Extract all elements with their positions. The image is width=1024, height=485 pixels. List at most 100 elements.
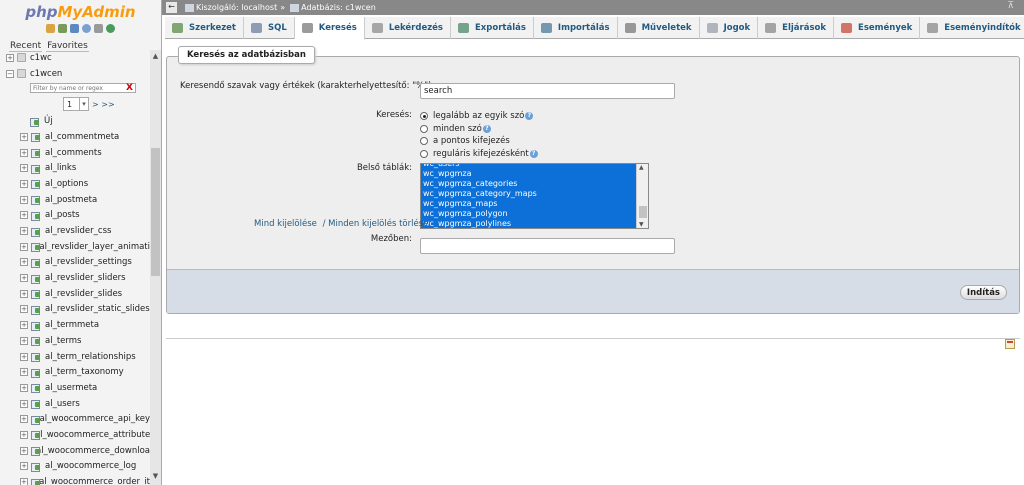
table-option[interactable]: wc_wpgmza_polylines bbox=[421, 219, 648, 228]
table-name[interactable]: al_comments bbox=[45, 148, 102, 158]
expand-icon[interactable]: + bbox=[20, 211, 28, 220]
table-item[interactable]: + al_woocommerce_attribute bbox=[0, 427, 150, 443]
table-item[interactable]: + al_revslider_sliders bbox=[0, 270, 150, 286]
table-name[interactable]: al_revslider_sliders bbox=[45, 273, 126, 283]
expand-icon[interactable]: + bbox=[20, 321, 28, 330]
logo[interactable]: phpMyAdmin bbox=[0, 0, 161, 38]
settings-icon[interactable] bbox=[94, 24, 103, 33]
table-item[interactable]: + al_term_taxonomy bbox=[0, 364, 150, 380]
expand-icon[interactable]: + bbox=[20, 478, 28, 485]
help-icon[interactable]: ? bbox=[482, 124, 491, 133]
search-mode-label[interactable]: minden szó bbox=[433, 124, 482, 134]
table-name[interactable]: al_woocommerce_log bbox=[45, 461, 136, 471]
table-option[interactable]: wc_wpgmza_category_maps bbox=[421, 189, 648, 199]
scroll-up-icon[interactable]: ▲ bbox=[150, 52, 161, 63]
expand-icon[interactable]: + bbox=[20, 368, 28, 377]
table-item[interactable]: + al_woocommerce_api_key bbox=[0, 411, 150, 427]
tab-events[interactable]: Események bbox=[834, 17, 921, 39]
select-all-link[interactable]: Mind kijelölése bbox=[254, 219, 317, 229]
expand-icon[interactable]: + bbox=[20, 148, 28, 157]
page-select[interactable]: 1 ▾ bbox=[63, 97, 89, 112]
table-filter-input[interactable] bbox=[30, 83, 136, 94]
scroll-down-icon[interactable]: ▼ bbox=[639, 221, 644, 228]
tab-privileges[interactable]: Jogok bbox=[700, 17, 759, 39]
table-item[interactable]: + al_options bbox=[0, 176, 150, 192]
radio-button[interactable] bbox=[420, 112, 428, 120]
search-mode-option[interactable]: legalább az egyik szó? bbox=[420, 111, 534, 121]
table-name[interactable]: al_postmeta bbox=[45, 195, 97, 205]
table-item[interactable]: + al_termmeta bbox=[0, 317, 150, 333]
table-item[interactable]: + al_postmeta bbox=[0, 192, 150, 208]
table-name[interactable]: al_revslider_layer_animati bbox=[39, 242, 150, 252]
collapse-icon[interactable]: − bbox=[6, 69, 14, 78]
table-item[interactable]: + al_woocommerce_downloa bbox=[0, 443, 150, 459]
table-item[interactable]: + al_usermeta bbox=[0, 380, 150, 396]
table-item[interactable]: + al_links bbox=[0, 160, 150, 176]
table-name[interactable]: al_links bbox=[45, 163, 76, 173]
tab-wrench[interactable]: Műveletek bbox=[618, 17, 700, 39]
table-name[interactable]: al_woocommerce_downloa bbox=[36, 446, 150, 456]
tab-triggers[interactable]: Eseményindítók bbox=[920, 17, 1024, 39]
clear-filter-icon[interactable]: X bbox=[126, 83, 133, 93]
tab-structure[interactable]: Szerkezet bbox=[165, 17, 244, 39]
expand-icon[interactable]: + bbox=[20, 132, 28, 141]
expand-icon[interactable]: + bbox=[6, 53, 14, 62]
back-arrow-icon[interactable]: ← bbox=[166, 2, 177, 13]
go-button[interactable]: Indítás bbox=[959, 285, 1007, 300]
nav-scrollbar[interactable]: ▲ ▼ bbox=[150, 50, 161, 485]
expand-icon[interactable]: + bbox=[20, 164, 28, 173]
expand-icon[interactable]: + bbox=[20, 242, 28, 251]
table-item[interactable]: + al_revslider_settings bbox=[0, 255, 150, 271]
table-item[interactable]: + al_revslider_layer_animati bbox=[0, 239, 150, 255]
table-item[interactable]: + al_terms bbox=[0, 333, 150, 349]
table-name[interactable]: al_woocommerce_api_key bbox=[40, 414, 150, 424]
home-icon[interactable] bbox=[46, 24, 55, 33]
expand-icon[interactable]: + bbox=[20, 336, 28, 345]
help-icon[interactable]: ? bbox=[529, 149, 538, 158]
table-name[interactable]: al_revslider_css bbox=[45, 226, 111, 236]
table-item[interactable]: + al_woocommerce_order_it bbox=[0, 474, 150, 485]
expand-icon[interactable]: + bbox=[20, 289, 28, 298]
table-name[interactable]: al_usermeta bbox=[45, 383, 97, 393]
expand-icon[interactable]: + bbox=[20, 430, 28, 439]
table-name[interactable]: al_terms bbox=[45, 336, 81, 346]
expand-icon[interactable]: + bbox=[20, 415, 28, 424]
tab-search[interactable]: Keresés bbox=[294, 17, 365, 40]
new-table-item[interactable]: Új bbox=[0, 113, 150, 129]
table-name[interactable]: al_woocommerce_order_it bbox=[39, 477, 150, 485]
expand-icon[interactable]: + bbox=[20, 462, 28, 471]
tab-sql[interactable]: SQL bbox=[244, 17, 295, 39]
db-item-c1wc[interactable]: + c1wc bbox=[0, 50, 150, 66]
table-name[interactable]: al_posts bbox=[45, 210, 80, 220]
tab-import[interactable]: Importálás bbox=[534, 17, 618, 39]
search-mode-label[interactable]: reguláris kifejezésként bbox=[433, 149, 529, 159]
table-item[interactable]: + al_users bbox=[0, 396, 150, 412]
table-name[interactable]: al_term_relationships bbox=[45, 352, 136, 362]
table-name[interactable]: al_commentmeta bbox=[45, 132, 119, 142]
reload-icon[interactable] bbox=[106, 24, 115, 33]
tables-select-scroll-thumb[interactable] bbox=[639, 206, 647, 218]
breadcrumb-database[interactable]: Adatbázis: c1wcen bbox=[301, 3, 376, 12]
table-name[interactable]: al_users bbox=[45, 399, 80, 409]
expand-icon[interactable]: + bbox=[20, 227, 28, 236]
table-option[interactable]: wc_wpgmza_categories bbox=[421, 179, 648, 189]
table-name[interactable]: al_revslider_settings bbox=[45, 257, 132, 267]
scroll-up-icon[interactable]: ▲ bbox=[639, 164, 644, 171]
table-item[interactable]: + al_comments bbox=[0, 145, 150, 161]
table-option[interactable]: wc_wpgmza bbox=[421, 169, 648, 179]
expand-icon[interactable]: + bbox=[20, 352, 28, 361]
docs-icon[interactable] bbox=[82, 24, 91, 33]
table-name[interactable]: al_options bbox=[45, 179, 88, 189]
search-mode-label[interactable]: legalább az egyik szó bbox=[433, 111, 524, 121]
search-mode-option[interactable]: a pontos kifejezés bbox=[420, 136, 510, 146]
tables-select[interactable]: wc_userswc_wpgmzawc_wpgmza_categorieswc_… bbox=[420, 163, 649, 229]
table-name[interactable]: al_woocommerce_attribute bbox=[35, 430, 150, 440]
radio-button[interactable] bbox=[420, 149, 428, 158]
collapse-topbar-icon[interactable]: ⊼ bbox=[1007, 1, 1014, 11]
column-input[interactable] bbox=[420, 238, 675, 254]
expand-icon[interactable]: + bbox=[20, 274, 28, 283]
breadcrumb-server[interactable]: Kiszolgáló: localhost bbox=[196, 3, 277, 12]
search-words-input[interactable] bbox=[420, 83, 675, 99]
expand-icon[interactable]: + bbox=[20, 258, 28, 267]
query-window-icon[interactable] bbox=[70, 24, 79, 33]
